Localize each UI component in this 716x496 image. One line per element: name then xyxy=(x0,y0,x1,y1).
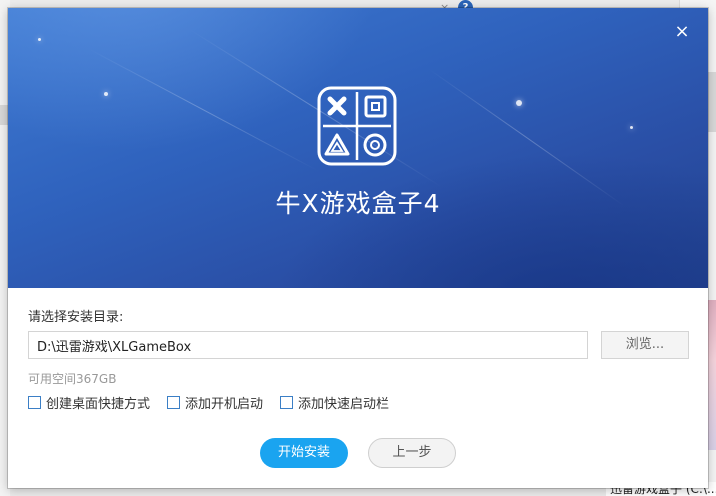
previous-step-button[interactable]: 上一步 xyxy=(368,438,456,468)
checkbox-label: 添加开机启动 xyxy=(185,396,264,412)
browse-button[interactable]: 浏览... xyxy=(601,331,689,359)
installer-dialog: × 牛X游戏盒子4 请选择安装目录: 浏览... 可用空间3 xyxy=(8,8,708,488)
install-path-input[interactable] xyxy=(28,331,588,359)
create-desktop-shortcut-checkbox[interactable]: 创建桌面快捷方式 xyxy=(28,394,151,412)
banner-sparkle xyxy=(104,92,108,96)
checkbox-label: 添加快速启动栏 xyxy=(298,396,390,412)
install-directory-label: 请选择安装目录: xyxy=(28,310,124,325)
header-banner: × 牛X游戏盒子4 xyxy=(8,8,708,288)
add-quick-launch-checkbox[interactable]: 添加快速启动栏 xyxy=(280,394,390,412)
banner-sparkle xyxy=(630,126,633,129)
checkbox-box[interactable] xyxy=(280,395,293,409)
checkbox-box[interactable] xyxy=(167,395,180,409)
checkbox-box[interactable] xyxy=(28,395,41,409)
banner-light-streak xyxy=(187,28,443,188)
app-title: 牛X游戏盒子4 xyxy=(275,189,441,218)
banner-light-streak xyxy=(87,48,318,172)
free-space-label: 可用空间367GB xyxy=(28,372,117,386)
checkbox-label: 创建桌面快捷方式 xyxy=(46,396,151,412)
add-startup-checkbox[interactable]: 添加开机启动 xyxy=(167,394,264,412)
banner-sparkle xyxy=(38,38,41,41)
game-controller-symbols-icon xyxy=(317,86,397,166)
start-install-button[interactable]: 开始安装 xyxy=(260,438,348,468)
banner-sparkle xyxy=(516,100,522,106)
close-button[interactable]: × xyxy=(672,22,692,42)
